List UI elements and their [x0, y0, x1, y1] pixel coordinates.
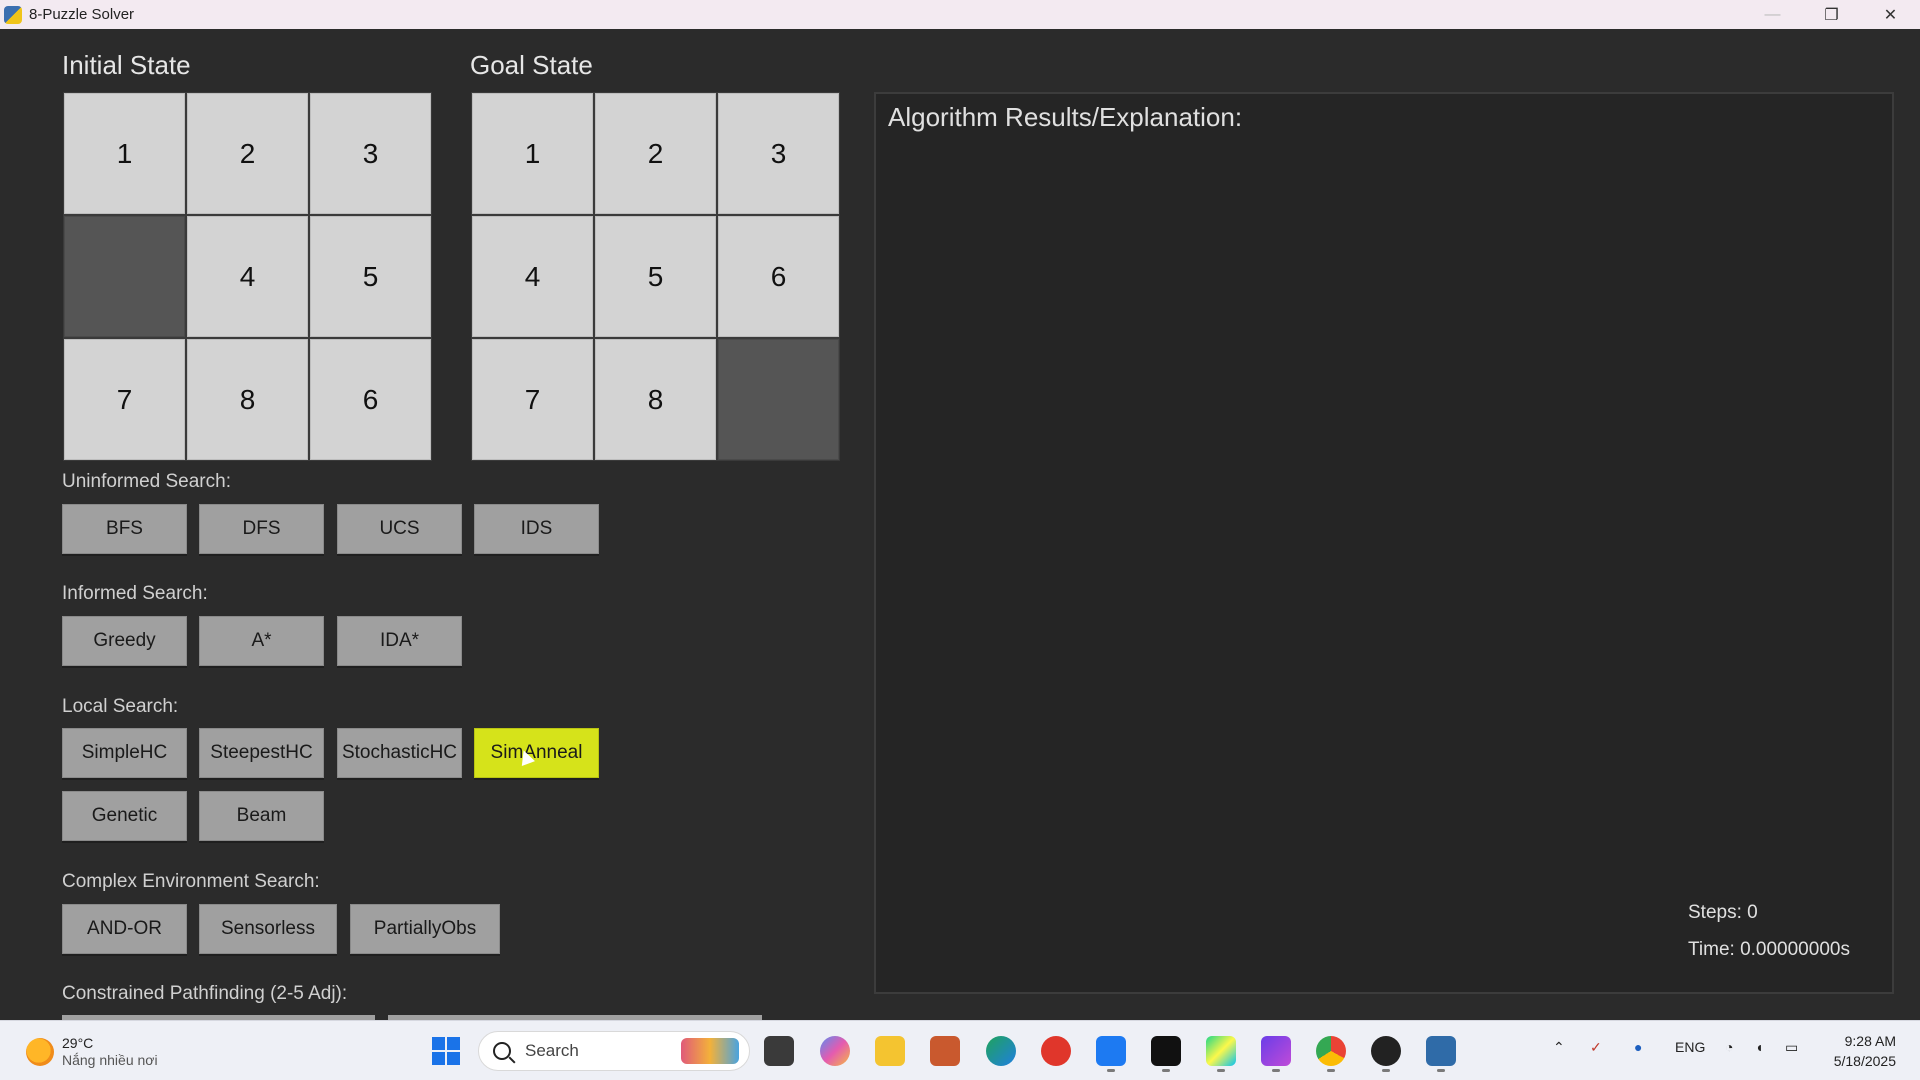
window-controls: — ❐ ✕ [1743, 0, 1920, 29]
sensorless-button[interactable]: Sensorless [199, 904, 337, 954]
elapsed-time: Time: 0.00000000s [1688, 939, 1850, 960]
copilot-icon[interactable] [820, 1036, 850, 1066]
weather-widget[interactable]: 29°C Nắng nhiều nơi [26, 1035, 158, 1069]
app-icon [4, 5, 22, 24]
local-search-label: Local Search: [62, 696, 179, 717]
microphone-icon[interactable]: ● [1634, 1039, 1642, 1055]
uninformed-search-label: Uninformed Search: [62, 471, 231, 492]
steepesthc-button[interactable]: SteepestHC [199, 728, 324, 778]
initial-tile[interactable]: 2 [187, 93, 308, 214]
video-editor-icon[interactable] [1261, 1036, 1291, 1072]
windows-logo-icon [432, 1037, 460, 1065]
simanneal-button[interactable]: SimAnneal [474, 728, 599, 778]
initial-tile[interactable]: 1 [64, 93, 185, 214]
vivaldi-icon[interactable] [1041, 1036, 1071, 1066]
clock-date: 5/18/2025 [1833, 1053, 1896, 1069]
weather-condition: Nắng nhiều nơi [62, 1052, 158, 1068]
initial-tile[interactable]: 6 [310, 339, 431, 460]
initial-blank-tile[interactable] [64, 216, 185, 337]
idastar-button[interactable]: IDA* [337, 616, 462, 666]
goal-state-heading: Goal State [470, 50, 593, 80]
antivirus-icon[interactable]: ✓ [1590, 1039, 1602, 1056]
chevron-up-icon[interactable]: ⌃ [1553, 1039, 1565, 1056]
initial-state-grid: 1 2 3 4 5 7 8 6 [63, 92, 432, 461]
initial-state-heading: Initial State [62, 50, 191, 80]
goal-tile[interactable]: 1 [472, 93, 593, 214]
goal-tile[interactable]: 7 [472, 339, 593, 460]
search-placeholder: Search [525, 1041, 579, 1060]
ids-button[interactable]: IDS [474, 504, 599, 554]
battery-icon[interactable]: ▭ [1785, 1039, 1798, 1056]
clock-time: 9:28 AM [1844, 1033, 1896, 1049]
initial-tile[interactable]: 7 [64, 339, 185, 460]
greedy-button[interactable]: Greedy [62, 616, 187, 666]
pycharm-icon[interactable] [1206, 1036, 1236, 1072]
goal-tile[interactable]: 2 [595, 93, 716, 214]
close-button[interactable]: ✕ [1861, 0, 1920, 29]
edge-icon[interactable] [986, 1036, 1016, 1066]
goal-tile[interactable]: 3 [718, 93, 839, 214]
and-or-button[interactable]: AND-OR [62, 904, 187, 954]
volume-icon[interactable]: ◖ [1755, 1039, 1763, 1055]
app-icon-game[interactable] [930, 1036, 960, 1066]
title-bar: 8-Puzzle Solver — ❐ ✕ [0, 0, 1920, 29]
taskbar: 29°C Nắng nhiều nơi Search ⌃ ✓ ● ENG ◔ ◖… [0, 1020, 1920, 1080]
app-icon-github[interactable] [1371, 1036, 1401, 1072]
constrained-pathfinding-label: Constrained Pathfinding (2-5 Adj): [62, 983, 348, 1004]
astar-button[interactable]: A* [199, 616, 324, 666]
genetic-button[interactable]: Genetic [62, 791, 187, 841]
partiallyobs-button[interactable]: PartiallyObs [350, 904, 500, 954]
taskbar-search[interactable]: Search [478, 1031, 750, 1071]
results-panel[interactable]: Algorithm Results/Explanation: Steps: 0 … [874, 92, 1894, 994]
python-app-icon[interactable] [1426, 1036, 1456, 1072]
initial-tile[interactable]: 4 [187, 216, 308, 337]
goal-blank-tile[interactable] [718, 339, 839, 460]
goal-tile[interactable]: 8 [595, 339, 716, 460]
initial-tile[interactable]: 5 [310, 216, 431, 337]
search-highlight-icon [681, 1038, 739, 1064]
zalo-icon[interactable] [1096, 1036, 1126, 1072]
minimize-button[interactable]: — [1743, 0, 1802, 29]
search-icon [493, 1042, 511, 1060]
language-indicator[interactable]: ENG [1675, 1039, 1705, 1055]
bfs-button[interactable]: BFS [62, 504, 187, 554]
chrome-icon[interactable] [1316, 1036, 1346, 1072]
informed-search-label: Informed Search: [62, 583, 208, 604]
initial-tile[interactable]: 8 [187, 339, 308, 460]
weather-sun-icon [26, 1038, 54, 1066]
dfs-button[interactable]: DFS [199, 504, 324, 554]
beam-button[interactable]: Beam [199, 791, 324, 841]
goal-state-grid: 1 2 3 4 5 6 7 8 [471, 92, 840, 461]
complex-search-label: Complex Environment Search: [62, 871, 320, 892]
file-explorer-icon[interactable] [875, 1036, 905, 1066]
taskbar-clock[interactable]: 9:28 AM 5/18/2025 [1834, 1031, 1896, 1071]
results-title: Algorithm Results/Explanation: [888, 102, 1243, 132]
stochastichc-button[interactable]: StochasticHC [337, 728, 462, 778]
window-title: 8-Puzzle Solver [29, 6, 135, 23]
task-view-icon[interactable] [764, 1036, 794, 1066]
weather-temperature: 29°C [62, 1035, 94, 1051]
goal-tile[interactable]: 5 [595, 216, 716, 337]
simplehc-button[interactable]: SimpleHC [62, 728, 187, 778]
goal-tile[interactable]: 4 [472, 216, 593, 337]
initial-tile[interactable]: 3 [310, 93, 431, 214]
wifi-icon[interactable]: ◔ [1725, 1039, 1733, 1055]
ucs-button[interactable]: UCS [337, 504, 462, 554]
steps-count: Steps: 0 [1688, 902, 1758, 923]
goal-tile[interactable]: 6 [718, 216, 839, 337]
restore-button[interactable]: ❐ [1802, 0, 1861, 29]
notion-icon[interactable] [1151, 1036, 1181, 1072]
start-button[interactable] [431, 1036, 461, 1066]
